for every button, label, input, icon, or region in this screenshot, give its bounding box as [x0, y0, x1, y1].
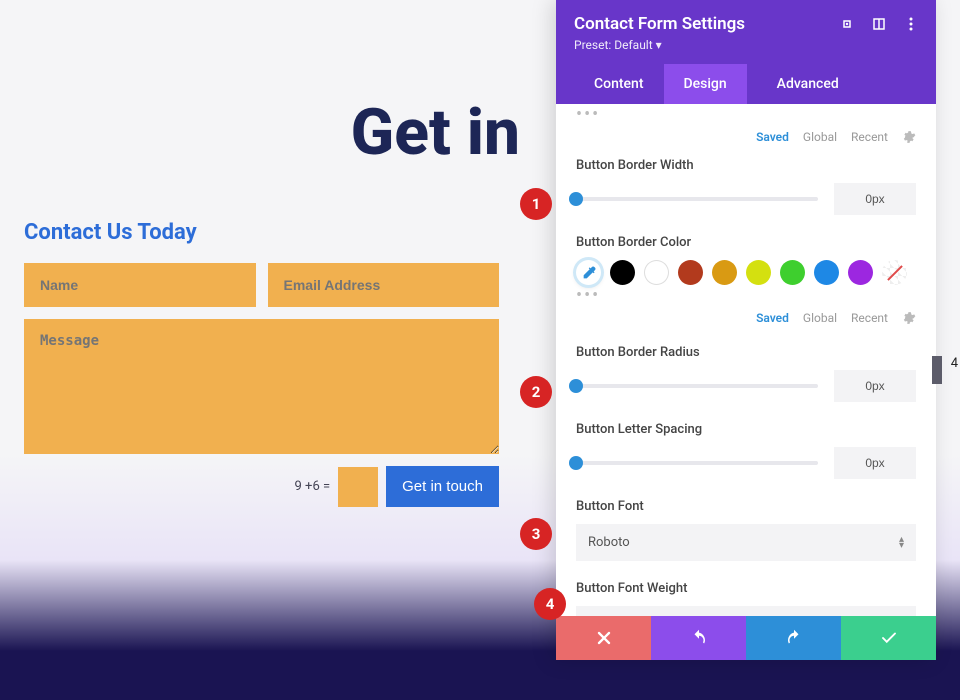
border-color-label: Button Border Color	[576, 235, 916, 250]
settings-panel: Contact Form Settings Preset: Default ▾ …	[556, 0, 936, 660]
global-link[interactable]: Global	[803, 130, 837, 144]
letter-spacing-value[interactable]	[834, 447, 916, 479]
tab-advanced[interactable]: Advanced	[757, 64, 859, 104]
drag-dots-icon[interactable]: •••	[576, 110, 916, 130]
email-field[interactable]	[268, 263, 500, 307]
message-field[interactable]	[24, 319, 499, 454]
captcha-label: 9 +6 =	[295, 479, 331, 494]
slider-thumb[interactable]	[569, 192, 583, 206]
color-swatch[interactable]	[746, 260, 771, 285]
border-radius-value[interactable]	[834, 370, 916, 402]
color-swatch[interactable]	[780, 260, 805, 285]
side-handle-number: 4	[951, 356, 958, 371]
panel-title: Contact Form Settings	[574, 14, 745, 34]
font-value: Roboto	[588, 535, 630, 550]
panel-body: ••• Saved Global Recent Button Border Wi…	[556, 104, 936, 616]
contact-subtitle: Contact Us Today	[24, 220, 499, 245]
slider-thumb[interactable]	[569, 456, 583, 470]
eyedropper-icon[interactable]	[576, 260, 601, 285]
global-link[interactable]: Global	[803, 311, 837, 325]
gear-icon[interactable]	[902, 311, 916, 325]
preset-dropdown[interactable]: Preset: Default ▾	[574, 38, 918, 64]
contact-form: Contact Us Today 9 +6 = Get in touch	[24, 220, 499, 507]
name-field[interactable]	[24, 263, 256, 307]
color-swatch-none[interactable]	[882, 260, 907, 285]
panel-header: Contact Form Settings Preset: Default ▾ …	[556, 0, 936, 104]
undo-button[interactable]	[651, 616, 746, 660]
color-swatch[interactable]	[848, 260, 873, 285]
tab-design[interactable]: Design	[664, 64, 747, 104]
border-width-value[interactable]	[834, 183, 916, 215]
color-swatch[interactable]	[712, 260, 737, 285]
more-icon[interactable]	[904, 17, 918, 31]
drag-dots-icon[interactable]: •••	[576, 291, 916, 311]
page-title: Get in	[0, 95, 540, 170]
redo-button[interactable]	[746, 616, 841, 660]
letter-spacing-label: Button Letter Spacing	[576, 422, 916, 437]
slider-thumb[interactable]	[569, 379, 583, 393]
border-width-label: Button Border Width	[576, 158, 916, 173]
cancel-button[interactable]	[556, 616, 651, 660]
side-handle[interactable]	[932, 356, 942, 384]
border-radius-slider[interactable]	[576, 384, 818, 388]
border-width-slider[interactable]	[576, 197, 818, 201]
border-radius-label: Button Border Radius	[576, 345, 916, 360]
color-swatch[interactable]	[610, 260, 635, 285]
chevron-updown-icon: ▴▾	[899, 537, 904, 549]
annotation-badge-3: 3	[520, 518, 552, 550]
annotation-badge-1: 1	[520, 188, 552, 220]
expand-icon[interactable]	[840, 17, 854, 31]
color-swatches	[576, 260, 916, 285]
color-swatch[interactable]	[814, 260, 839, 285]
font-weight-select[interactable]: Medium ▴▾	[576, 606, 916, 616]
saved-link[interactable]: Saved	[756, 130, 789, 144]
annotation-badge-4: 4	[534, 588, 566, 620]
font-select[interactable]: Roboto ▴▾	[576, 524, 916, 561]
action-bar	[556, 616, 936, 660]
saved-link[interactable]: Saved	[756, 311, 789, 325]
font-label: Button Font	[576, 499, 916, 514]
annotation-badge-2: 2	[520, 376, 552, 408]
color-swatch[interactable]	[644, 260, 669, 285]
submit-button[interactable]: Get in touch	[386, 466, 499, 507]
recent-link[interactable]: Recent	[851, 311, 888, 325]
snap-icon[interactable]	[872, 17, 886, 31]
confirm-button[interactable]	[841, 616, 936, 660]
tab-content[interactable]: Content	[574, 64, 664, 104]
captcha-input[interactable]	[338, 467, 378, 507]
gear-icon[interactable]	[902, 130, 916, 144]
color-swatch[interactable]	[678, 260, 703, 285]
letter-spacing-slider[interactable]	[576, 461, 818, 465]
font-weight-label: Button Font Weight	[576, 581, 916, 596]
recent-link[interactable]: Recent	[851, 130, 888, 144]
